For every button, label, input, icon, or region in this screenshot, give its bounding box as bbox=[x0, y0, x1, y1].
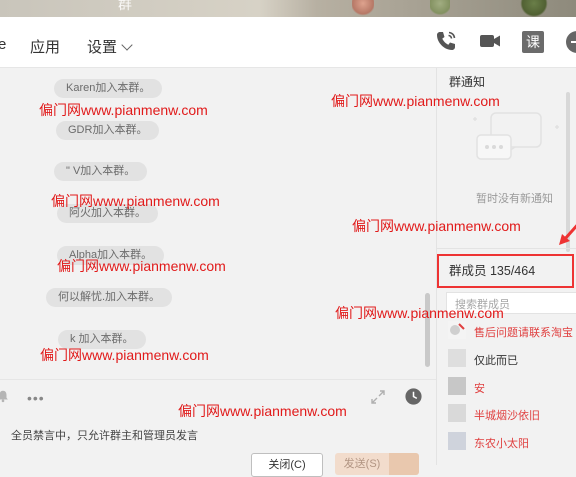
banner-decoration bbox=[430, 0, 450, 17]
system-message: Karen加入本群。 bbox=[54, 79, 163, 98]
group-notice-title[interactable]: 群通知 bbox=[449, 73, 485, 90]
highlight-box bbox=[437, 254, 574, 288]
video-icon[interactable] bbox=[478, 29, 502, 53]
avatar bbox=[448, 404, 466, 422]
close-button[interactable]: 关闭(C) bbox=[251, 453, 323, 477]
window-header-banner: 群 bbox=[0, 0, 576, 17]
notice-empty-text: 暂时没有新通知 bbox=[476, 193, 553, 205]
expand-icon[interactable] bbox=[370, 389, 386, 405]
mute-notice: 全员禁言中，只允许群主和管理员发言 bbox=[11, 430, 198, 442]
avatar bbox=[448, 377, 466, 395]
banner-decoration bbox=[520, 0, 548, 17]
banner-decoration bbox=[352, 0, 374, 17]
chevron-down-icon bbox=[121, 39, 133, 51]
member-name: 半城烟沙依旧 bbox=[474, 410, 540, 422]
system-message: " V加入本群。 bbox=[54, 162, 148, 181]
member-item[interactable]: 东农小太阳 bbox=[448, 432, 576, 452]
window-title-fragment: 群 bbox=[118, 0, 132, 12]
message-input-area: ••• 全员禁言中，只允许群主和管理员发言 关闭(C) 发送(S) bbox=[0, 379, 436, 477]
member-item[interactable]: 安 bbox=[448, 377, 576, 397]
phone-icon[interactable] bbox=[434, 29, 458, 53]
watermark-text: 偏门网www.pianmenw.com bbox=[178, 403, 347, 419]
member-name: 安 bbox=[474, 383, 485, 395]
member-name: 东农小太阳 bbox=[474, 438, 529, 450]
avatar bbox=[448, 321, 466, 339]
avatar bbox=[448, 349, 466, 367]
tab-apps[interactable]: 应用 bbox=[30, 36, 60, 57]
toolbar: e 应用 设置 课 bbox=[0, 17, 576, 68]
watermark-text: 偏门网www.pianmenw.com bbox=[335, 305, 504, 321]
avatar-image bbox=[450, 323, 465, 335]
send-button[interactable]: 发送(S) bbox=[335, 453, 389, 475]
watermark-text: 偏门网www.pianmenw.com bbox=[51, 193, 220, 209]
watermark-text: 偏门网www.pianmenw.com bbox=[39, 102, 208, 118]
system-message: 何以解忧.加入本群。 bbox=[46, 288, 173, 307]
tab-settings-label: 设置 bbox=[87, 39, 118, 56]
member-item[interactable]: 售后问题请联系淘宝 bbox=[448, 321, 576, 341]
avatar bbox=[448, 432, 466, 450]
tab-settings[interactable]: 设置 bbox=[87, 36, 133, 57]
bell-icon[interactable] bbox=[0, 389, 10, 403]
watermark-text: 偏门网www.pianmenw.com bbox=[57, 258, 226, 274]
watermark-text: 偏门网www.pianmenw.com bbox=[40, 347, 209, 363]
empty-notice-illustration bbox=[473, 112, 559, 160]
annotation-arrow-icon bbox=[559, 224, 576, 245]
class-icon-label: 课 bbox=[526, 34, 540, 50]
class-icon[interactable]: 课 bbox=[522, 31, 544, 53]
system-message: GDR加入本群。 bbox=[56, 121, 160, 140]
member-item[interactable]: 半城烟沙依旧 bbox=[448, 404, 576, 424]
member-name: 仅此而已 bbox=[474, 355, 518, 367]
clock-icon[interactable] bbox=[404, 387, 423, 406]
watermark-text: 偏门网www.pianmenw.com bbox=[352, 218, 521, 234]
watermark-text: 偏门网www.pianmenw.com bbox=[331, 93, 500, 109]
add-icon[interactable] bbox=[566, 31, 576, 53]
member-item[interactable]: 仅此而已 bbox=[448, 349, 576, 369]
member-name: 售后问题请联系淘宝 bbox=[474, 327, 573, 339]
section-divider bbox=[437, 248, 576, 249]
send-options-dropdown[interactable] bbox=[389, 453, 419, 475]
tab-partial[interactable]: e bbox=[0, 36, 6, 53]
more-icon[interactable]: ••• bbox=[27, 390, 45, 406]
